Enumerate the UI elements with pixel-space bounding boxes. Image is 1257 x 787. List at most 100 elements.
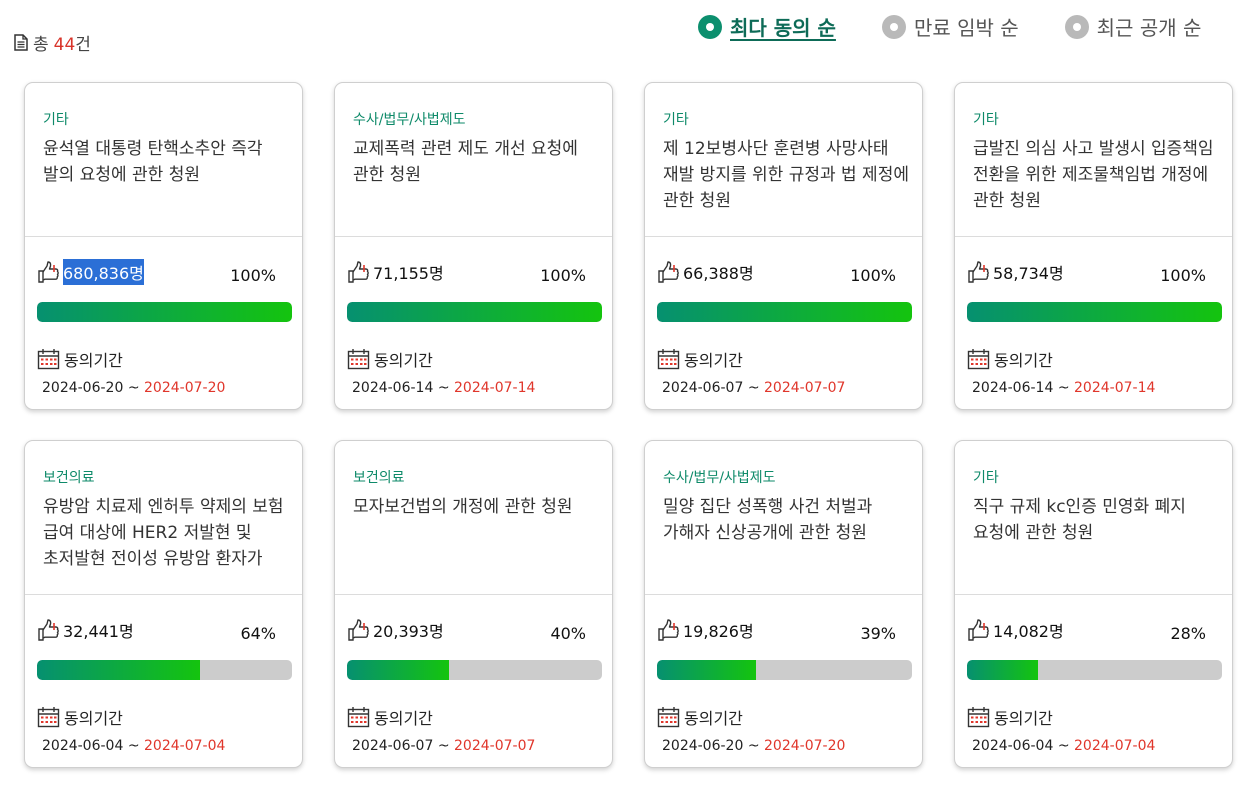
radio-selected-icon [698, 14, 722, 39]
period-label: 동의기간 [64, 709, 123, 728]
end-date: 2024-07-20 [764, 738, 846, 754]
calendar-icon [347, 349, 370, 370]
agree-count: 58,734명 [967, 259, 1064, 285]
radio-icon [1064, 14, 1089, 39]
agree-count-value: 66,388명 [683, 264, 754, 283]
thumbs-up-icon [658, 619, 679, 641]
agree-period: 동의기간 [657, 705, 743, 729]
thumbs-up-icon [658, 261, 679, 283]
thumbs-up-icon [968, 261, 989, 283]
agree-period: 동의기간 [37, 705, 123, 729]
progress-bar [967, 660, 1222, 680]
progress-bar [967, 302, 1222, 322]
agree-period: 동의기간 [37, 347, 123, 371]
calendar-icon [657, 707, 680, 728]
petition-card[interactable]: 보건의료 유방암 치료제 엔허투 약제의 보험 급여 대상에 HER2 저발현 … [24, 440, 303, 768]
petition-card[interactable]: 기타 급발진 의심 사고 발생시 입증책임 전환을 위한 제조물책임법 개정에 … [954, 82, 1233, 410]
petition-card[interactable]: 수사/법무/사법제도 교제폭력 관련 제도 개선 요청에 관한 청원 71,15… [334, 82, 613, 410]
sort-label: 최다 동의 순 [730, 16, 836, 40]
start-date: 2024-06-20 [42, 380, 124, 396]
card-header: 기타 급발진 의심 사고 발생시 입증책임 전환을 위한 제조물책임법 개정에 … [955, 83, 1232, 237]
progress-bar [657, 660, 912, 680]
petition-category: 기타 [43, 112, 69, 128]
petition-grid: 기타 윤석열 대통령 탄핵소추안 즉각 발의 요청에 관한 청원 680,836… [24, 82, 1235, 768]
thumbs-up-icon [348, 619, 369, 641]
date-separator: ~ [1057, 380, 1070, 396]
petition-title[interactable]: 윤석열 대통령 탄핵소추안 즉각 발의 요청에 관한 청원 [43, 136, 289, 214]
progress-bar [347, 660, 602, 680]
period-dates: 2024-06-20 ~ 2024-07-20 [662, 738, 845, 754]
petition-category: 수사/법무/사법제도 [353, 112, 466, 128]
progress-bar [37, 302, 292, 322]
agree-percent: 100% [850, 266, 896, 285]
agree-count: 32,441명 [37, 617, 134, 643]
period-dates: 2024-06-04 ~ 2024-07-04 [972, 738, 1155, 754]
agree-percent: 39% [860, 624, 896, 643]
progress-fill [37, 660, 201, 680]
thumbs-up-icon [348, 261, 369, 283]
progress-fill [37, 302, 292, 322]
date-separator: ~ [747, 380, 760, 396]
petition-title[interactable]: 제 12보병사단 훈련병 사망사태 재발 방지를 위한 규정과 법 제정에 관한… [663, 136, 909, 214]
sort-options: 최다 동의 순 만료 임박 순 최근 공개 순 [698, 12, 1201, 41]
petition-title[interactable]: 교제폭력 관련 제도 개선 요청에 관한 청원 [353, 136, 599, 214]
period-dates: 2024-06-14 ~ 2024-07-14 [972, 380, 1155, 396]
petition-category: 기타 [973, 470, 999, 486]
start-date: 2024-06-07 [352, 738, 434, 754]
petition-title[interactable]: 직구 규제 kc인증 민영화 폐지 요청에 관한 청원 [973, 494, 1219, 572]
calendar-icon [37, 707, 60, 728]
agree-count-value: 32,441명 [63, 622, 134, 641]
calendar-icon [967, 707, 990, 728]
petition-card[interactable]: 수사/법무/사법제도 밀양 집단 성폭행 사건 처벌과 가해자 신상공개에 관한… [644, 440, 923, 768]
progress-fill [967, 660, 1039, 680]
petition-category: 기타 [973, 112, 999, 128]
petition-card[interactable]: 기타 윤석열 대통령 탄핵소추안 즉각 발의 요청에 관한 청원 680,836… [24, 82, 303, 410]
agree-count-value: 71,155명 [373, 264, 444, 283]
date-separator: ~ [437, 380, 450, 396]
date-separator: ~ [1057, 738, 1070, 754]
sort-expiring-soon[interactable]: 만료 임박 순 [881, 12, 1019, 41]
date-separator: ~ [437, 738, 450, 754]
sort-label: 만료 임박 순 [913, 16, 1019, 40]
calendar-icon [347, 707, 370, 728]
thumbs-up-icon [968, 619, 989, 641]
petition-card[interactable]: 기타 제 12보병사단 훈련병 사망사태 재발 방지를 위한 규정과 법 제정에… [644, 82, 923, 410]
date-separator: ~ [747, 738, 760, 754]
agree-count: 71,155명 [347, 259, 444, 285]
end-date: 2024-07-07 [764, 380, 846, 396]
total-number: 44 [53, 35, 76, 55]
agree-count: 19,826명 [657, 617, 754, 643]
petition-title[interactable]: 급발진 의심 사고 발생시 입증책임 전환을 위한 제조물책임법 개정에 관한 … [973, 136, 1219, 214]
radio-icon [881, 14, 906, 39]
petition-card[interactable]: 보건의료 모자보건법의 개정에 관한 청원 20,393명 40% 동의기간 2… [334, 440, 613, 768]
date-separator: ~ [127, 380, 140, 396]
thumbs-up-icon [38, 261, 59, 283]
agree-count: 680,836명 [37, 259, 144, 285]
progress-fill [347, 660, 449, 680]
progress-bar [347, 302, 602, 322]
agree-period: 동의기간 [657, 347, 743, 371]
sort-recently-published[interactable]: 최근 공개 순 [1064, 12, 1201, 41]
agree-count: 20,393명 [347, 617, 444, 643]
period-label: 동의기간 [374, 709, 433, 728]
card-header: 보건의료 유방암 치료제 엔허투 약제의 보험 급여 대상에 HER2 저발현 … [25, 441, 302, 595]
petition-category: 수사/법무/사법제도 [663, 470, 776, 486]
petition-title[interactable]: 밀양 집단 성폭행 사건 처벌과 가해자 신상공개에 관한 청원 [663, 494, 909, 572]
progress-fill [347, 302, 602, 322]
agree-count-value: 58,734명 [993, 264, 1064, 283]
petition-title[interactable]: 유방암 치료제 엔허투 약제의 보험 급여 대상에 HER2 저발현 및 초저발… [43, 494, 289, 572]
progress-bar [37, 660, 292, 680]
card-header: 기타 제 12보병사단 훈련병 사망사태 재발 방지를 위한 규정과 법 제정에… [645, 83, 922, 237]
agree-period: 동의기간 [347, 347, 433, 371]
petition-card[interactable]: 기타 직구 규제 kc인증 민영화 폐지 요청에 관한 청원 14,082명 2… [954, 440, 1233, 768]
date-separator: ~ [127, 738, 140, 754]
sort-most-agreed[interactable]: 최다 동의 순 [698, 12, 836, 41]
thumbs-up-icon [38, 619, 59, 641]
period-label: 동의기간 [374, 351, 433, 370]
petition-category: 보건의료 [353, 470, 405, 486]
period-dates: 2024-06-14 ~ 2024-07-14 [352, 380, 535, 396]
petition-title[interactable]: 모자보건법의 개정에 관한 청원 [353, 494, 599, 572]
agree-count: 14,082명 [967, 617, 1064, 643]
card-header: 기타 직구 규제 kc인증 민영화 폐지 요청에 관한 청원 [955, 441, 1232, 595]
period-dates: 2024-06-07 ~ 2024-07-07 [352, 738, 535, 754]
